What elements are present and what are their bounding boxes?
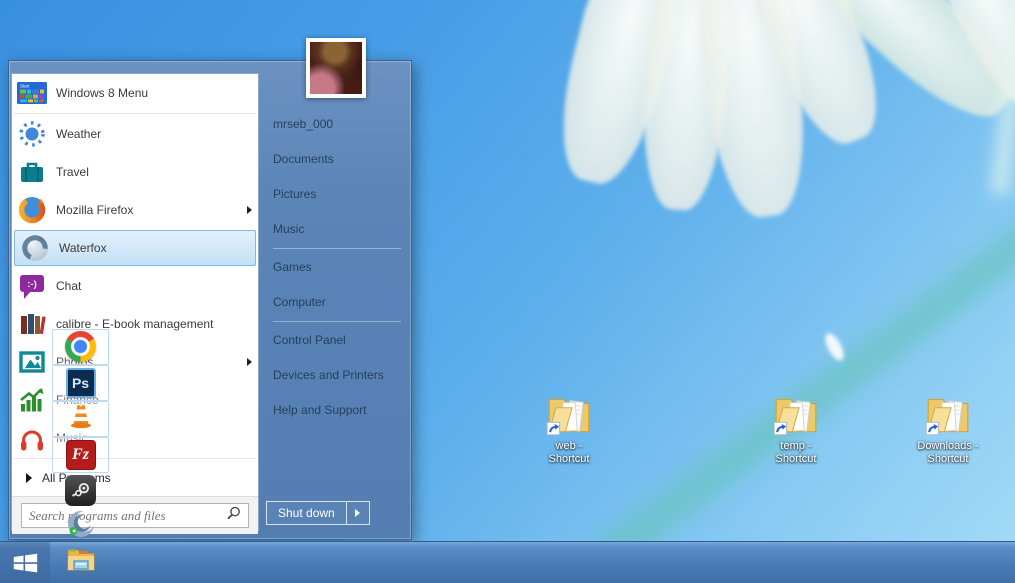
filezilla-icon: Fz	[66, 440, 96, 470]
taskbar-item-chrome[interactable]	[52, 329, 109, 365]
chrome-icon	[65, 331, 96, 362]
submenu-arrow-icon	[247, 206, 252, 214]
all-programs-item[interactable]: All Programs	[12, 460, 258, 496]
taskbar-item-teamspeak[interactable]	[52, 509, 109, 545]
all-programs-arrow-icon	[26, 473, 32, 483]
desktop-screen: web -Shortcut temp -Shortcut Downloads -Sh…	[0, 0, 1015, 583]
folder-shortcut-icon	[771, 392, 821, 438]
start-menu-right-item-documents[interactable]: Documents	[259, 142, 411, 177]
chat-icon: :-)	[16, 270, 48, 302]
desktop-icon-web-shortcut[interactable]: web -Shortcut	[523, 392, 615, 466]
menu-item-label: Travel	[56, 165, 89, 179]
windows-logo-icon	[10, 548, 40, 578]
desktop-icon-downloads-shortcut[interactable]: Downloads -Shortcut	[902, 392, 994, 466]
search-strip	[12, 496, 258, 534]
start-menu-right-item-devices-and-printers[interactable]: Devices and Printers	[259, 358, 411, 393]
teamspeak-icon	[65, 508, 97, 545]
start-menu-right-item-music[interactable]: Music	[259, 212, 411, 247]
right-panel-separator	[273, 321, 401, 322]
menu-separator	[14, 113, 256, 114]
steam-icon	[65, 475, 96, 506]
photoshop-icon: Ps	[66, 368, 96, 398]
windows8-menu-icon: Start	[16, 77, 48, 109]
svg-text::-): :-)	[27, 279, 37, 290]
start-menu-item-windows-8-menu[interactable]: Start Windows 8 Menu	[12, 74, 258, 112]
start-menu-item-travel[interactable]: Travel	[12, 153, 258, 191]
start-button[interactable]	[0, 542, 50, 583]
shutdown-split-button: Shut down	[266, 501, 370, 525]
start-menu-right-item-pictures[interactable]: Pictures	[259, 177, 411, 212]
desktop-icon-label: web -Shortcut	[523, 440, 615, 466]
file-explorer-icon	[65, 544, 97, 581]
folder-shortcut-icon	[923, 392, 973, 438]
start-menu-item-calibre-e-book-management[interactable]: calibre - E-book management	[12, 305, 258, 343]
start-menu-right-item-help-and-support[interactable]: Help and Support	[259, 393, 411, 428]
svg-text:Start: Start	[20, 84, 30, 89]
menu-item-label: Mozilla Firefox	[56, 203, 133, 217]
submenu-arrow-icon	[247, 358, 252, 366]
taskbar-item-filezilla[interactable]: Fz	[52, 437, 109, 473]
search-icon[interactable]	[225, 504, 243, 527]
taskbar-item-file-explorer[interactable]	[52, 545, 109, 581]
shutdown-label: Shut down	[278, 506, 335, 520]
photos-icon	[16, 346, 48, 378]
start-menu-item-waterfox[interactable]: Waterfox	[14, 230, 256, 266]
travel-icon	[16, 156, 48, 188]
start-menu-left-panel: Start Windows 8 Menu Weather Travel Mozilla …	[11, 73, 259, 531]
waterfox-icon	[19, 232, 51, 264]
user-avatar-photo	[310, 42, 362, 94]
menu-item-label: Waterfox	[59, 241, 107, 255]
flower-stem	[455, 162, 1015, 583]
calibre-icon	[16, 308, 48, 340]
desktop-icon-temp-shortcut[interactable]: temp -Shortcut	[750, 392, 842, 466]
taskbar-items: PsFzPrS	[50, 329, 111, 583]
weather-icon	[16, 118, 48, 150]
start-menu-right-panel: mrseb_000DocumentsPicturesMusicGamesComp…	[259, 61, 411, 539]
start-menu-item-weather[interactable]: Weather	[12, 115, 258, 153]
taskbar-item-photoshop[interactable]: Ps	[52, 365, 109, 401]
right-panel-separator	[273, 248, 401, 249]
taskbar-item-steam[interactable]	[52, 473, 109, 509]
vlc-icon	[65, 400, 97, 437]
start-menu-item-mozilla-firefox[interactable]: Mozilla Firefox	[12, 191, 258, 229]
start-menu-item-finance[interactable]: Finance	[12, 381, 258, 419]
shutdown-arrow-icon	[355, 509, 360, 517]
desktop-icon-label: Downloads -Shortcut	[902, 440, 994, 466]
music-icon	[16, 422, 48, 454]
folder-shortcut-icon	[544, 392, 594, 438]
taskbar-item-vlc[interactable]	[52, 401, 109, 437]
start-menu-item-chat[interactable]: :-) Chat	[12, 267, 258, 305]
taskbar: PsFzPrS	[0, 541, 1015, 583]
start-menu-item-music[interactable]: Music	[12, 419, 258, 457]
start-menu-right-item-control-panel[interactable]: Control Panel	[259, 323, 411, 358]
shutdown-button[interactable]: Shut down	[266, 501, 347, 525]
start-menu-right-item-computer[interactable]: Computer	[259, 285, 411, 320]
firefox-icon	[16, 194, 48, 226]
menu-item-label: Chat	[56, 279, 81, 293]
start-menu-right-item-user-name[interactable]: mrseb_000	[259, 107, 411, 142]
user-avatar[interactable]	[306, 38, 366, 98]
shutdown-options-button[interactable]	[347, 501, 370, 525]
menu-item-label: Windows 8 Menu	[56, 86, 148, 100]
start-menu-item-photos[interactable]: Photos	[12, 343, 258, 381]
start-menu-list: Start Windows 8 Menu Weather Travel Mozilla …	[12, 74, 258, 457]
desktop-icon-label: temp -Shortcut	[750, 440, 842, 466]
menu-item-label: Weather	[56, 127, 101, 141]
start-menu-right-item-games[interactable]: Games	[259, 250, 411, 285]
start-menu-right-list: mrseb_000DocumentsPicturesMusicGamesComp…	[259, 107, 411, 428]
finance-icon	[16, 384, 48, 416]
